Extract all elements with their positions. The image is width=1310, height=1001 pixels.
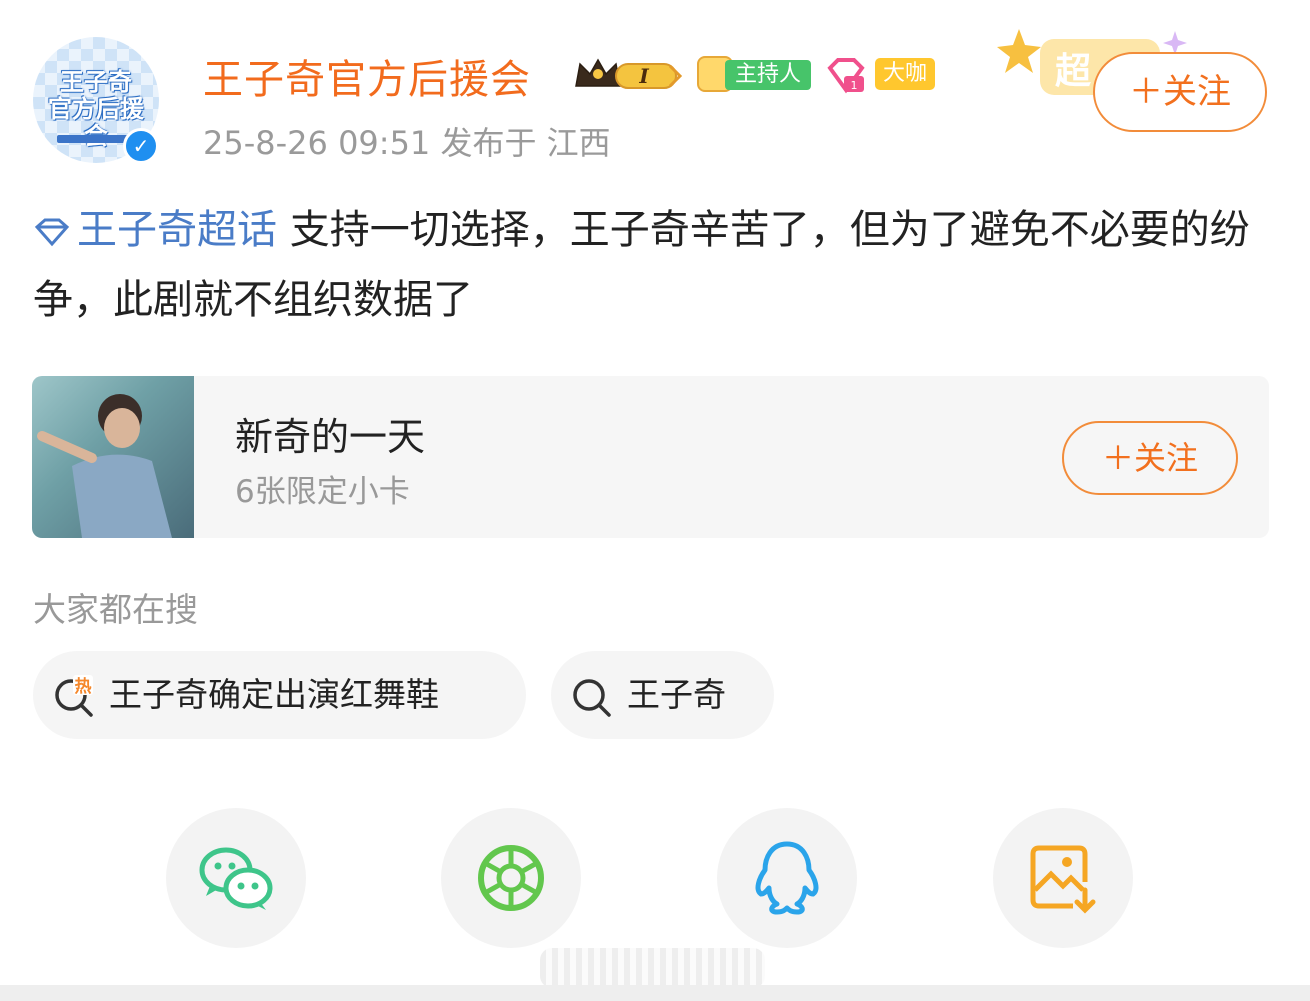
svg-text:热: 热	[75, 676, 92, 697]
crown-level: I	[638, 64, 649, 88]
share-moments-button[interactable]	[441, 808, 581, 948]
svg-text:超: 超	[1055, 51, 1092, 92]
svg-text:1: 1	[851, 79, 858, 92]
crown-badge-icon[interactable]: I	[572, 56, 684, 94]
super-topic-label: 王子奇超话	[77, 207, 277, 253]
daka-badge[interactable]: 大咖	[875, 58, 935, 90]
super-topic-link[interactable]: 王子奇超话	[33, 207, 277, 253]
diamond-badge-icon[interactable]: 1	[824, 56, 868, 96]
hot-search-icon: 热	[55, 675, 93, 717]
save-image-icon	[1030, 845, 1096, 914]
host-badge[interactable]: 主持人	[697, 56, 813, 92]
post-content: 王子奇超话 支持一切选择，王子奇辛苦了，但为了避免不必要的纷争，此剧就不组织数据…	[33, 195, 1273, 335]
card-thumbnail	[32, 376, 194, 538]
qq-icon	[755, 841, 819, 915]
post-location: 发布于 江西	[440, 124, 611, 162]
search-chip-label: 王子奇	[627, 675, 726, 714]
scroll-indicator	[540, 948, 765, 988]
share-qq-button[interactable]	[717, 808, 857, 948]
search-section-title: 大家都在搜	[33, 590, 198, 629]
wechat-icon	[199, 847, 273, 910]
moments-icon	[478, 845, 544, 911]
save-image-button[interactable]	[993, 808, 1133, 948]
linked-card[interactable]: 新奇的一天 6张限定小卡 ＋关注	[32, 376, 1269, 538]
post-meta: 25-8-26 09:51 发布于 江西	[203, 118, 611, 164]
card-subtitle: 6张限定小卡	[235, 474, 410, 510]
bottom-divider	[0, 985, 1310, 1001]
verified-icon: ✓	[123, 128, 159, 164]
card-follow-button[interactable]: ＋关注	[1062, 421, 1238, 495]
search-chip[interactable]: 王子奇	[551, 651, 774, 739]
card-title: 新奇的一天	[235, 415, 426, 459]
host-badge-label: 主持人	[725, 60, 811, 90]
search-chip-hot[interactable]: 热 王子奇确定出演红舞鞋	[33, 651, 526, 739]
follow-button[interactable]: ＋关注	[1093, 52, 1267, 132]
username[interactable]: 王子奇官方后援会	[203, 47, 531, 105]
diamond-icon	[34, 218, 70, 247]
search-chip-label: 王子奇确定出演红舞鞋	[109, 675, 439, 714]
post-time: 25-8-26 09:51	[203, 124, 431, 162]
share-wechat-button[interactable]	[166, 808, 306, 948]
search-icon	[573, 679, 611, 717]
